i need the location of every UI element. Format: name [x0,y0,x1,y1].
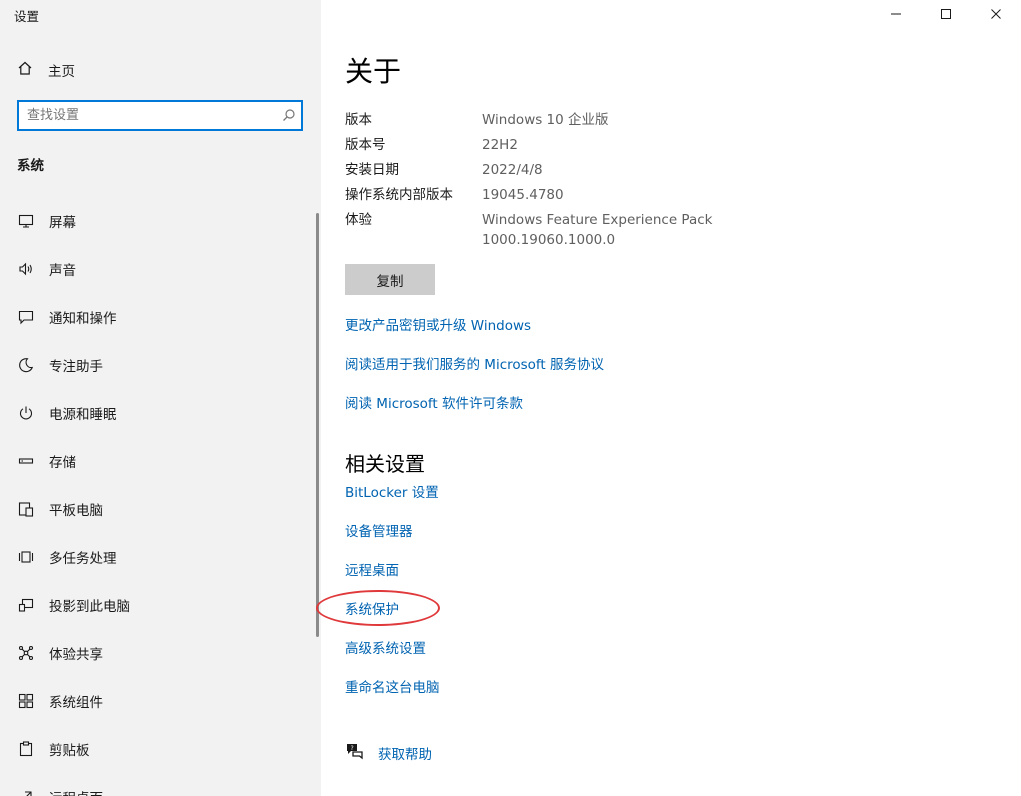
help-chat-icon: ? [345,742,365,764]
search-box[interactable] [17,100,303,131]
sidebar-item-clipboard[interactable]: 剪贴板 [0,725,321,773]
moon-icon [17,356,35,374]
home-label: 主页 [48,64,75,80]
spec-value-line2: 1000.19060.1000.0 [482,232,616,248]
sidebar-item-label: 通知和操作 [49,311,117,327]
sidebar-item-shared-experiences[interactable]: 体验共享 [0,629,321,677]
sidebar-item-project[interactable]: 投影到此电脑 [0,581,321,629]
remote-desktop-link[interactable]: 远程桌面 [345,559,399,579]
spec-key: 版本号 [345,137,386,153]
spec-key: 体验 [345,212,372,228]
sidebar-item-tablet[interactable]: 平板电脑 [0,485,321,533]
sidebar-item-system-components[interactable]: 系统组件 [0,677,321,725]
sidebar-item-label: 远程桌面 [49,787,103,796]
spec-value: 22H2 [482,137,518,153]
window-controls [871,0,1021,28]
search-icon[interactable] [281,108,296,127]
sidebar-item-label: 屏幕 [49,215,76,231]
sidebar-item-label: 声音 [49,263,76,279]
minimize-icon [890,5,902,24]
sidebar-item-label: 存储 [49,455,76,471]
change-product-key-link[interactable]: 更改产品密钥或升级 Windows [345,314,531,334]
device-manager-link[interactable]: 设备管理器 [345,520,413,540]
nav-list: 屏幕 声音 通知和操作 专注助手 电源和睡眠 存储 平板电脑 多任务处理 投影到… [0,197,321,796]
sidebar-scrollbar[interactable] [316,213,319,637]
advanced-system-settings-link[interactable]: 高级系统设置 [345,637,426,657]
sidebar-item-label: 多任务处理 [49,551,117,567]
components-icon [17,692,35,710]
sidebar-item-remote-desktop[interactable]: 远程桌面 [0,773,321,796]
clipboard-icon [17,740,35,758]
maximize-button[interactable] [921,0,971,28]
remote-icon [17,788,35,796]
spec-key: 安装日期 [345,162,399,178]
sidebar-item-power-sleep[interactable]: 电源和睡眠 [0,389,321,437]
sidebar-item-multitasking[interactable]: 多任务处理 [0,533,321,581]
spec-key: 版本 [345,112,372,128]
sidebar-item-label: 剪贴板 [49,743,90,759]
service-agreement-link[interactable]: 阅读适用于我们服务的 Microsoft 服务协议 [345,353,604,373]
app-title: 设置 [14,9,40,24]
sidebar-item-label: 投影到此电脑 [49,599,130,615]
power-icon [17,404,35,422]
section-label: 系统 [17,158,44,174]
storage-icon [17,452,35,470]
multitask-icon [17,548,35,566]
get-help-label: 获取帮助 [378,747,432,763]
home-nav-item[interactable]: 主页 [17,58,75,82]
sidebar: 设置 主页 系统 屏幕 声音 通知和操作 [0,0,321,796]
speaker-icon [17,260,35,278]
sidebar-item-sound[interactable]: 声音 [0,245,321,293]
home-icon [17,60,33,80]
sidebar-item-display[interactable]: 屏幕 [0,197,321,245]
share-icon [17,644,35,662]
sidebar-item-label: 平板电脑 [49,503,103,519]
svg-text:?: ? [351,745,354,752]
spec-value: 19045.4780 [482,187,564,203]
spec-value: Windows 10 企业版 [482,112,609,128]
notification-icon [17,308,35,326]
copy-button[interactable]: 复制 [345,264,435,295]
related-settings-title: 相关设置 [345,452,425,476]
sidebar-item-storage[interactable]: 存储 [0,437,321,485]
close-icon [990,5,1002,24]
get-help-link[interactable]: ? 获取帮助 [345,742,432,764]
page-title: 关于 [345,55,402,88]
spec-value: Windows Feature Experience Pack [482,212,713,228]
rename-pc-link[interactable]: 重命名这台电脑 [345,676,440,696]
search-input[interactable] [27,102,277,129]
close-button[interactable] [971,0,1021,28]
system-protection-link[interactable]: 系统保护 [345,598,399,618]
sidebar-item-notifications[interactable]: 通知和操作 [0,293,321,341]
spec-value: 2022/4/8 [482,162,543,178]
maximize-icon [940,5,952,24]
sidebar-item-label: 体验共享 [49,647,103,663]
bitlocker-settings-link[interactable]: BitLocker 设置 [345,481,439,501]
sidebar-item-label: 专注助手 [49,359,103,375]
license-terms-link[interactable]: 阅读 Microsoft 软件许可条款 [345,392,523,412]
sidebar-item-label: 系统组件 [49,695,103,711]
spec-key: 操作系统内部版本 [345,187,453,203]
display-icon [17,212,35,230]
sidebar-item-label: 电源和睡眠 [49,407,117,423]
project-icon [17,596,35,614]
sidebar-item-focus-assist[interactable]: 专注助手 [0,341,321,389]
tablet-icon [17,500,35,518]
minimize-button[interactable] [871,0,921,28]
